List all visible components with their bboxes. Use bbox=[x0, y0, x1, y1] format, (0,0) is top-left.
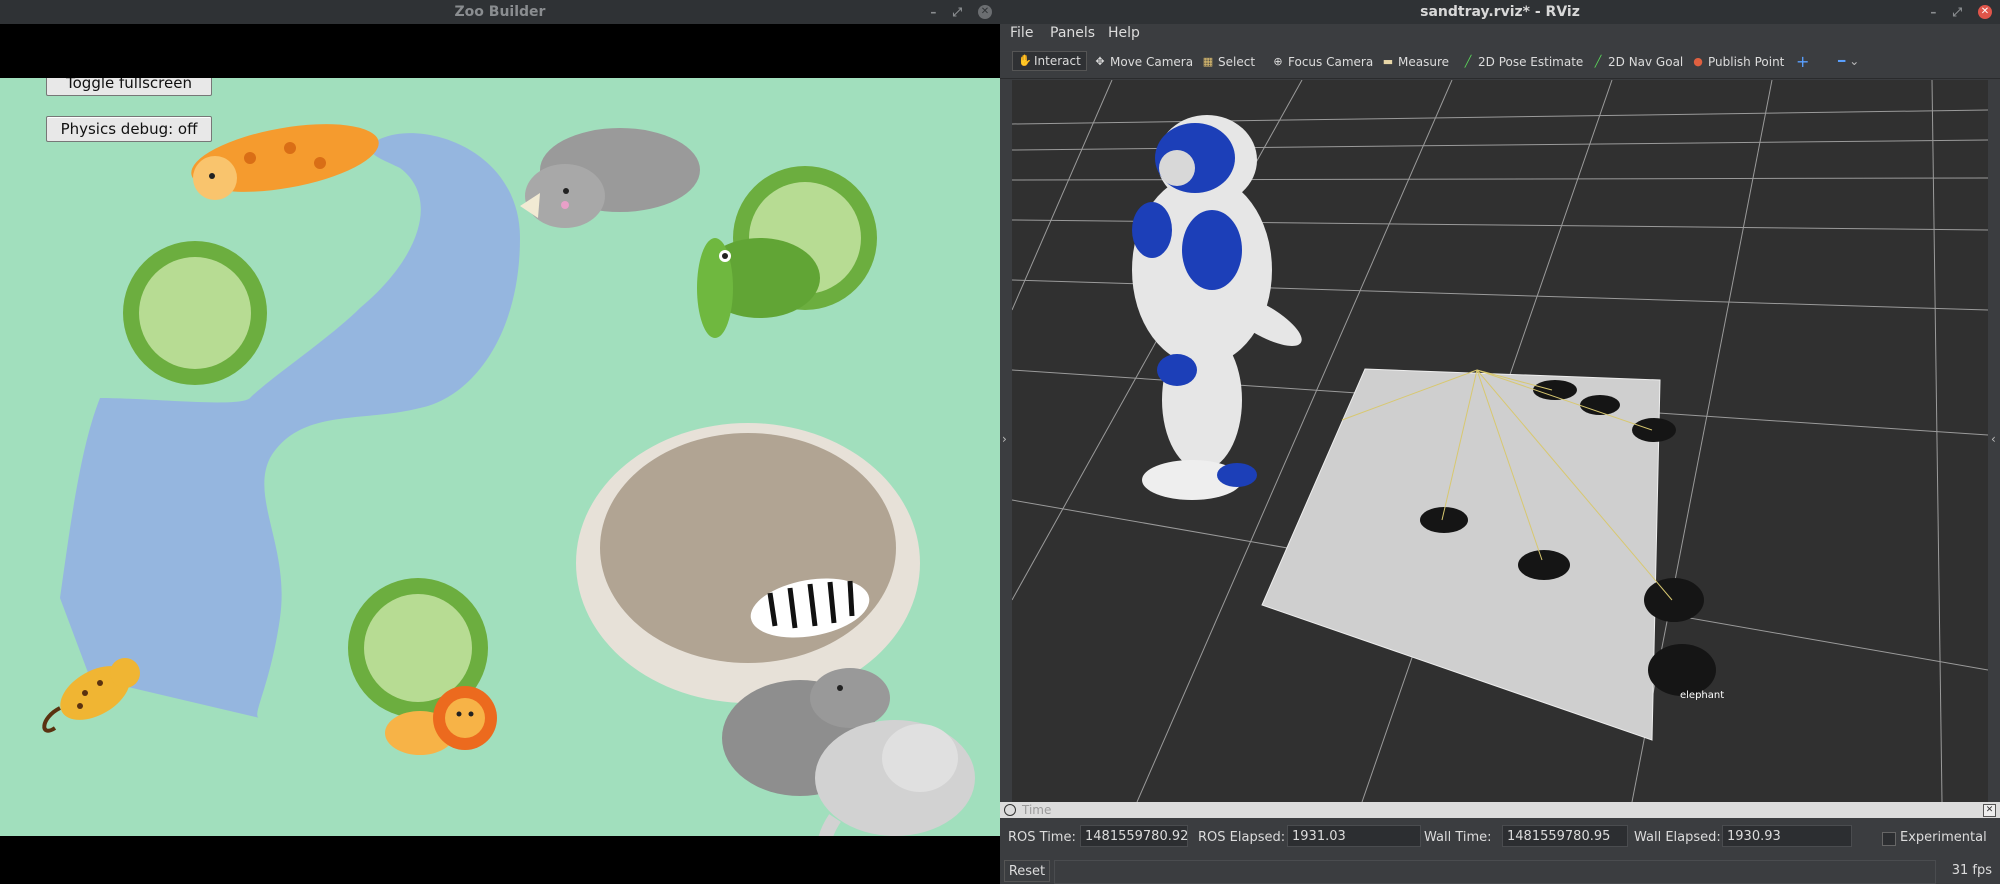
green-arrow-icon: ╱ bbox=[1464, 55, 1472, 68]
green-arrow-icon: ╱ bbox=[1594, 55, 1602, 68]
tool-measure[interactable]: ▬ Measure bbox=[1382, 55, 1449, 69]
enclosure bbox=[576, 423, 920, 703]
ros-elapsed-value: 1931.03 bbox=[1287, 825, 1421, 847]
select-icon: ▦ bbox=[1202, 55, 1214, 68]
maximize-icon[interactable]: ⤢ bbox=[1952, 3, 1962, 21]
status-message-area bbox=[1054, 860, 1936, 884]
wall-elapsed-value: 1930.93 bbox=[1722, 825, 1852, 847]
zoo-scene bbox=[42, 124, 975, 836]
hand-icon: ✋ bbox=[1018, 54, 1032, 67]
toggle-fullscreen-button[interactable]: Toggle fullscreen bbox=[46, 78, 212, 96]
tool-label: Select bbox=[1218, 55, 1256, 69]
rviz-window: File Panels Help ✋ Interact ✥ Move Camer… bbox=[1000, 0, 2000, 884]
tool-label: Publish Point bbox=[1708, 55, 1785, 69]
menu-panels[interactable]: Panels bbox=[1050, 25, 1095, 41]
close-icon[interactable]: ✕ bbox=[1983, 804, 1996, 817]
ros-time-label: ROS Time: bbox=[1008, 830, 1076, 845]
tool-move-camera[interactable]: ✥ Move Camera bbox=[1094, 55, 1193, 69]
reset-button[interactable]: Reset bbox=[1004, 860, 1050, 882]
sandtray-plane bbox=[1261, 368, 1661, 741]
tree-left bbox=[123, 241, 267, 385]
giraffe bbox=[191, 124, 379, 200]
elephant bbox=[815, 720, 975, 836]
ros-time-value: 1481559780.92 bbox=[1080, 825, 1188, 847]
minimize-icon[interactable]: – bbox=[1930, 3, 1936, 21]
tool-interact[interactable]: ✋ Interact bbox=[1012, 51, 1087, 71]
tool-label: Interact bbox=[1034, 54, 1081, 68]
time-panel-header: Time ✕ bbox=[1000, 802, 2000, 818]
rviz-title-bar: sandtray.rviz* - RViz – ⤢ ✕ bbox=[1000, 0, 2000, 24]
tool-label: 2D Pose Estimate bbox=[1478, 55, 1584, 69]
tool-label: Move Camera bbox=[1110, 55, 1194, 69]
time-status-row: ROS Time: 1481559780.92 ROS Elapsed: 193… bbox=[1000, 820, 2000, 854]
ruler-icon: ▬ bbox=[1382, 55, 1394, 68]
time-panel-title: Time bbox=[1022, 803, 1052, 817]
minimize-icon[interactable]: – bbox=[930, 3, 936, 21]
tool-2d-pose-estimate[interactable]: ╱ 2D Pose Estimate bbox=[1462, 55, 1584, 69]
zoo-canvas[interactable]: Toggle fullscreen Physics debug: off bbox=[0, 78, 1000, 836]
tool-label: Measure bbox=[1398, 55, 1449, 69]
menu-help[interactable]: Help bbox=[1108, 25, 1140, 41]
chevron-right-icon: › bbox=[1002, 432, 1007, 446]
menu-bar: File Panels Help bbox=[1000, 22, 2000, 46]
fps-readout: 31 fps bbox=[1951, 863, 1992, 878]
tool-label: 2D Nav Goal bbox=[1608, 55, 1684, 69]
zoo-title-bar: Zoo Builder – ⤢ ✕ bbox=[0, 0, 1000, 24]
rhino bbox=[520, 128, 700, 228]
map-pin-icon: ● bbox=[1693, 55, 1703, 68]
tool-2d-nav-goal[interactable]: ╱ 2D Nav Goal bbox=[1592, 55, 1684, 69]
left-dock-toggle[interactable]: › bbox=[1000, 80, 1012, 802]
menu-file[interactable]: File bbox=[1010, 25, 1033, 41]
plus-icon: + bbox=[1796, 52, 1810, 71]
chevron-down-icon: ⌄ bbox=[1849, 54, 1860, 68]
close-icon[interactable]: ✕ bbox=[1978, 5, 1992, 19]
wall-time-value: 1481559780.95 bbox=[1502, 825, 1628, 847]
right-dock-toggle[interactable]: ‹ bbox=[1988, 80, 2000, 802]
wall-time-label: Wall Time: bbox=[1424, 830, 1492, 845]
maximize-icon[interactable]: ⤢ bbox=[952, 3, 962, 21]
tool-publish-point[interactable]: ● Publish Point bbox=[1692, 55, 1784, 69]
object-label-elephant: elephant bbox=[1680, 690, 1724, 701]
clock-icon bbox=[1004, 804, 1016, 816]
window-title: sandtray.rviz* - RViz bbox=[1420, 4, 1580, 20]
experimental-checkbox[interactable] bbox=[1882, 832, 1896, 846]
tool-select[interactable]: ▦ Select bbox=[1202, 55, 1255, 69]
tool-bar: ✋ Interact ✥ Move Camera ▦ Select ⊕ Focu… bbox=[1000, 48, 2000, 79]
chevron-left-icon: ‹ bbox=[1991, 432, 1996, 446]
add-tool-button[interactable]: + bbox=[1796, 52, 1809, 71]
crosshair-icon: ⊕ bbox=[1273, 55, 1283, 68]
scene-render: elephant bbox=[1012, 80, 1988, 802]
tool-focus-camera[interactable]: ⊕ Focus Camera bbox=[1272, 55, 1373, 69]
ros-elapsed-label: ROS Elapsed: bbox=[1198, 830, 1286, 845]
3d-viewport[interactable]: elephant bbox=[1012, 80, 1988, 802]
status-bar: Reset 31 fps bbox=[1000, 858, 2000, 884]
wall-elapsed-label: Wall Elapsed: bbox=[1634, 830, 1721, 845]
zoo-builder-window: Toggle fullscreen Physics debug: off bbox=[0, 0, 1000, 884]
minus-icon: ━ bbox=[1838, 54, 1846, 68]
move-camera-icon: ✥ bbox=[1095, 55, 1105, 68]
experimental-label: Experimental bbox=[1900, 830, 1987, 845]
crocodile bbox=[697, 238, 820, 338]
close-icon[interactable]: ✕ bbox=[978, 5, 992, 19]
tool-label: Focus Camera bbox=[1288, 55, 1374, 69]
nao-robot bbox=[1132, 115, 1302, 500]
physics-debug-button[interactable]: Physics debug: off bbox=[46, 116, 212, 142]
remove-tool-button[interactable]: ━ ⌄ bbox=[1838, 54, 1859, 68]
window-title: Zoo Builder bbox=[454, 4, 546, 20]
